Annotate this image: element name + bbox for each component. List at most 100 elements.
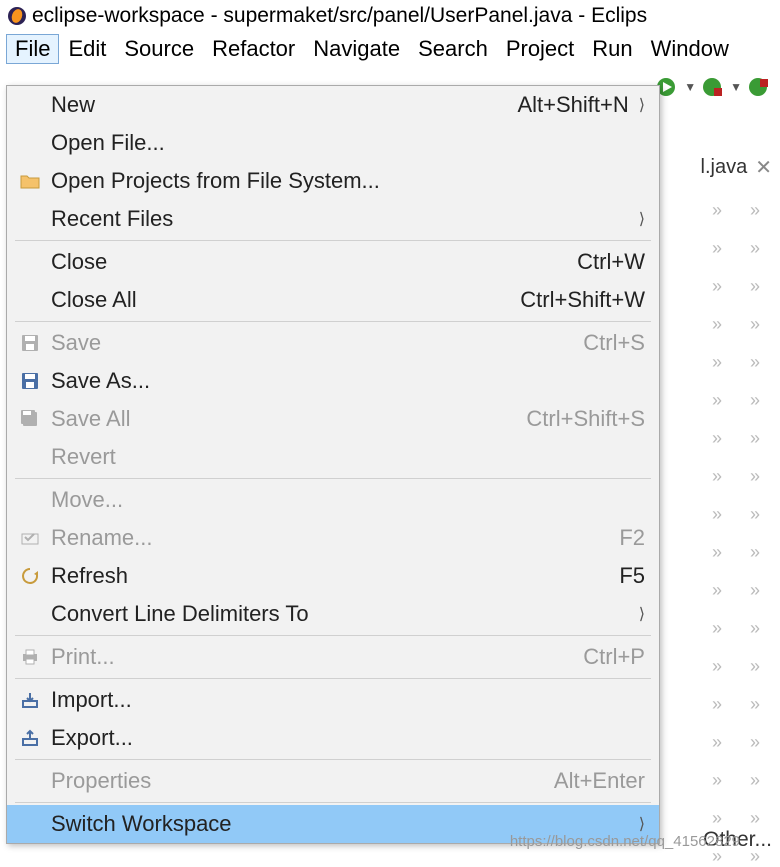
menu-item-label: Properties	[51, 768, 538, 794]
menu-item-close-all[interactable]: Close AllCtrl+Shift+W	[7, 281, 659, 319]
saveall-icon	[17, 409, 43, 429]
menu-item-label: Close	[51, 249, 561, 275]
menu-item-label: Save As...	[51, 368, 645, 394]
menu-separator	[15, 635, 651, 636]
menu-item-shortcut: Ctrl+S	[583, 330, 645, 356]
menu-item-save-as[interactable]: Save As...	[7, 362, 659, 400]
menu-window[interactable]: Window	[642, 34, 738, 64]
menu-item-refresh[interactable]: RefreshF5	[7, 557, 659, 595]
chevron-icon: »	[750, 200, 760, 221]
menu-item-import[interactable]: Import...	[7, 681, 659, 719]
menu-item-label: Print...	[51, 644, 567, 670]
export-icon	[17, 729, 43, 747]
editor-tab-label: l.java	[701, 156, 748, 179]
chevron-icon: »	[712, 808, 722, 829]
menu-separator	[15, 759, 651, 760]
folder-icon	[17, 172, 43, 190]
menu-item-print[interactable]: Print... Ctrl+P	[7, 638, 659, 676]
menu-item-label: Open File...	[51, 130, 645, 156]
run-config-icon[interactable]	[702, 76, 724, 98]
chevron-icon: »	[712, 314, 722, 335]
menu-source[interactable]: Source	[115, 34, 203, 64]
external-tools-icon[interactable]	[748, 76, 770, 98]
menu-item-convert-line-delimiters-to[interactable]: Convert Line Delimiters To⟩	[7, 595, 659, 633]
menu-item-label: Save	[51, 330, 567, 356]
menu-item-shortcut: Ctrl+P	[583, 644, 645, 670]
menu-navigate[interactable]: Navigate	[304, 34, 409, 64]
menubar: File Edit Source Refactor Navigate Searc…	[0, 32, 780, 68]
close-icon[interactable]: ✕	[755, 155, 772, 180]
chevron-icon: »	[712, 770, 722, 791]
chevron-icon: »	[750, 580, 760, 601]
menu-item-open-file[interactable]: Open File...	[7, 124, 659, 162]
menu-search[interactable]: Search	[409, 34, 497, 64]
menu-item-export[interactable]: Export...	[7, 719, 659, 757]
menu-item-label: Convert Line Delimiters To	[51, 601, 629, 627]
menu-project[interactable]: Project	[497, 34, 583, 64]
menu-separator	[15, 478, 651, 479]
chevron-icon: »	[712, 276, 722, 297]
rename-icon	[17, 529, 43, 547]
chevron-icon: »	[712, 656, 722, 677]
menu-run[interactable]: Run	[583, 34, 641, 64]
chevron-icon: »	[712, 238, 722, 259]
editor-tab[interactable]: l.java ✕	[701, 155, 772, 180]
menu-item-revert[interactable]: Revert	[7, 438, 659, 476]
print-icon	[17, 648, 43, 666]
window-title: eclipse-workspace - supermaket/src/panel…	[32, 4, 647, 28]
menu-item-label: Close All	[51, 287, 504, 313]
submenu-arrow-icon: ⟩	[639, 95, 645, 115]
menu-item-open-projects-from-file-system[interactable]: Open Projects from File System...	[7, 162, 659, 200]
submenu-arrow-icon: ⟩	[639, 209, 645, 229]
chevron-icon: »	[712, 542, 722, 563]
menu-item-move[interactable]: Move...	[7, 481, 659, 519]
menu-item-shortcut: F2	[619, 525, 645, 551]
menu-item-shortcut: F5	[619, 563, 645, 589]
chevron-icon: »	[750, 694, 760, 715]
chevron-icon: »	[750, 428, 760, 449]
chevron-icon: »	[712, 694, 722, 715]
menu-separator	[15, 321, 651, 322]
menu-item-shortcut: Ctrl+W	[577, 249, 645, 275]
titlebar: eclipse-workspace - supermaket/src/panel…	[0, 0, 780, 32]
menu-item-save[interactable]: Save Ctrl+S	[7, 324, 659, 362]
menu-item-label: Move...	[51, 487, 645, 513]
chevron-icon: »	[712, 200, 722, 221]
menu-item-recent-files[interactable]: Recent Files ⟩	[7, 200, 659, 238]
chevron-icon: »	[750, 770, 760, 791]
breadcrumb-overflow: »» »» »» »» »» »» »» »» »» »» »» »» »» »…	[712, 200, 760, 867]
menu-item-label: New	[51, 92, 501, 118]
menu-item-close[interactable]: Close Ctrl+W	[7, 243, 659, 281]
menu-item-label: Revert	[51, 444, 645, 470]
menu-item-label: Export...	[51, 725, 645, 751]
menu-separator	[15, 802, 651, 803]
menu-item-new[interactable]: NewAlt+Shift+N⟩	[7, 86, 659, 124]
menu-item-label: Save All	[51, 406, 510, 432]
menu-item-label: Import...	[51, 687, 645, 713]
menu-file[interactable]: File	[6, 34, 59, 64]
menu-item-shortcut: Alt+Enter	[554, 768, 645, 794]
menu-item-shortcut: Ctrl+Shift+S	[526, 406, 645, 432]
chevron-icon: »	[750, 504, 760, 525]
save-icon	[17, 334, 43, 352]
menu-item-label: Recent Files	[51, 206, 629, 232]
chevron-icon: »	[750, 466, 760, 487]
chevron-icon: »	[750, 618, 760, 639]
dropdown-arrow-icon[interactable]: ▼	[730, 80, 742, 94]
menu-item-label: Rename...	[51, 525, 603, 551]
chevron-icon: »	[712, 466, 722, 487]
chevron-icon: »	[712, 580, 722, 601]
chevron-icon: »	[712, 618, 722, 639]
dropdown-arrow-icon[interactable]: ▼	[684, 80, 696, 94]
chevron-icon: »	[750, 352, 760, 373]
submenu-arrow-icon: ⟩	[639, 814, 645, 834]
menu-separator	[15, 240, 651, 241]
menu-item-save-all[interactable]: Save All Ctrl+Shift+S	[7, 400, 659, 438]
menu-item-properties[interactable]: Properties Alt+Enter	[7, 762, 659, 800]
menu-edit[interactable]: Edit	[59, 34, 115, 64]
chevron-icon: »	[750, 390, 760, 411]
menu-item-rename[interactable]: Rename... F2	[7, 519, 659, 557]
chevron-icon: »	[712, 504, 722, 525]
menu-refactor[interactable]: Refactor	[203, 34, 304, 64]
refresh-icon	[17, 567, 43, 585]
